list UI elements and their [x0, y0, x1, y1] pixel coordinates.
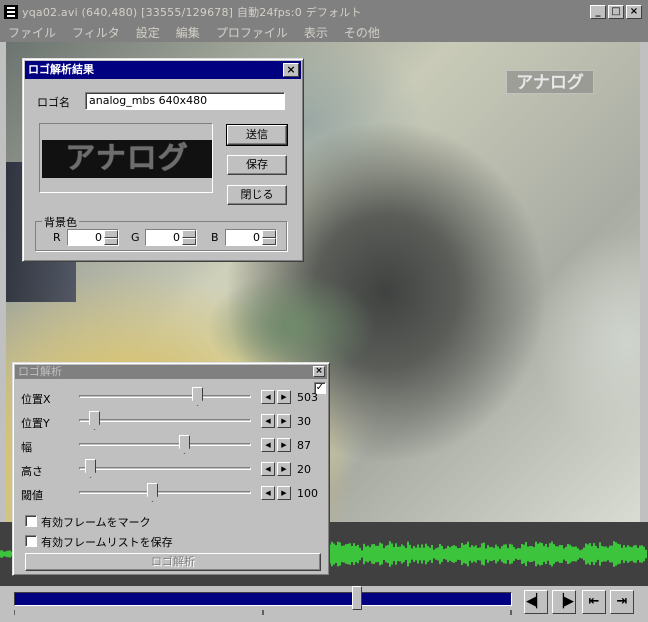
slider-pos-x[interactable] [79, 387, 251, 406]
save-button[interactable]: 保存 [227, 155, 287, 175]
g-value: 0 [173, 231, 180, 244]
slider-track-pos-y [79, 419, 251, 422]
decrement-pos-x-icon[interactable]: ◀ [261, 390, 275, 404]
prev-frame-button[interactable]: ◀▏ [524, 590, 548, 614]
seek-thumb[interactable] [352, 586, 362, 610]
menu-other[interactable]: その他 [344, 24, 380, 41]
maximize-button[interactable]: □ [608, 5, 624, 19]
logo-preview-image: アナログ [42, 140, 212, 178]
window-title: yqa02.avi (640,480) [33555/129678] 自動24f… [22, 6, 362, 19]
logo-preview: アナログ [39, 123, 213, 193]
channel-logo-watermark: アナログ [506, 70, 594, 94]
b-label: B [211, 231, 219, 244]
slider-value-pos-y: 30 [297, 415, 311, 428]
prev-keyframe-button[interactable]: ⇤ [582, 590, 606, 614]
slider-label-pos-y: 位置Y [21, 417, 50, 430]
slider-thumb-height[interactable] [85, 459, 96, 478]
increment-threshold-icon[interactable]: ▶ [277, 486, 291, 500]
slider-value-pos-x: 503 [297, 391, 318, 404]
decrement-height-icon[interactable]: ◀ [261, 462, 275, 476]
r-label: R [53, 231, 61, 244]
b-value: 0 [253, 231, 260, 244]
menu-settings[interactable]: 設定 [136, 24, 160, 41]
slider-label-width: 幅 [21, 441, 32, 454]
menu-bar: ファイル フィルタ 設定 編集 プロファイル 表示 その他 [0, 22, 648, 42]
increment-pos-x-icon[interactable]: ▶ [277, 390, 291, 404]
decrement-width-icon[interactable]: ◀ [261, 438, 275, 452]
slider-label-height: 高さ [21, 465, 43, 478]
b-up-icon[interactable] [262, 230, 276, 238]
decrement-pos-y-icon[interactable]: ◀ [261, 414, 275, 428]
logo-result-dialog: ロゴ解析結果 × ロゴ名 analog_mbs 640x480 アナログ 送信 … [22, 58, 304, 262]
film-icon[interactable] [4, 5, 18, 19]
r-value: 0 [95, 231, 102, 244]
send-button[interactable]: 送信 [226, 124, 288, 146]
app-window: yqa02.avi (640,480) [33555/129678] 自動24f… [0, 0, 648, 622]
increment-pos-y-icon[interactable]: ▶ [277, 414, 291, 428]
r-spinbox[interactable]: 0 [67, 229, 119, 246]
increment-width-icon[interactable]: ▶ [277, 438, 291, 452]
slider-value-threshold: 100 [297, 487, 318, 500]
slider-thumb-width[interactable] [179, 435, 190, 454]
slider-label-pos-x: 位置X [21, 393, 51, 406]
save-list-checkbox[interactable] [25, 535, 37, 547]
result-dialog-title[interactable]: ロゴ解析結果 [25, 61, 301, 79]
title-bar[interactable]: yqa02.avi (640,480) [33555/129678] 自動24f… [0, 0, 648, 24]
result-dialog-close-icon[interactable]: × [283, 63, 299, 77]
slider-threshold[interactable] [79, 483, 251, 502]
slider-track-height [79, 467, 251, 470]
minimize-button[interactable]: _ [590, 5, 606, 19]
g-label: G [131, 231, 140, 244]
g-up-icon[interactable] [182, 230, 196, 238]
decrement-threshold-icon[interactable]: ◀ [261, 486, 275, 500]
slider-value-width: 87 [297, 439, 311, 452]
g-spinbox[interactable]: 0 [145, 229, 197, 246]
analysis-panel-close-icon[interactable]: × [313, 366, 325, 377]
mark-frames-checkbox[interactable] [25, 515, 37, 527]
slider-height[interactable] [79, 459, 251, 478]
menu-file[interactable]: ファイル [8, 24, 56, 41]
next-frame-button[interactable]: ▕▶ [552, 590, 576, 614]
analyze-button[interactable]: ロゴ解析 [25, 553, 321, 571]
mark-frames-label: 有効フレームをマーク [41, 516, 151, 529]
logo-name-label: ロゴ名 [37, 96, 70, 109]
seek-ticks [14, 610, 512, 615]
r-down-icon[interactable] [104, 237, 118, 245]
b-spinbox[interactable]: 0 [225, 229, 277, 246]
g-down-icon[interactable] [182, 237, 196, 245]
analysis-panel-title[interactable]: ロゴ解析 [15, 365, 327, 379]
slider-thumb-threshold[interactable] [147, 483, 158, 502]
menu-view[interactable]: 表示 [304, 24, 328, 41]
next-keyframe-button[interactable]: ⇥ [610, 590, 634, 614]
b-down-icon[interactable] [262, 237, 276, 245]
slider-value-height: 20 [297, 463, 311, 476]
menu-profile[interactable]: プロファイル [216, 24, 288, 41]
slider-width[interactable] [79, 435, 251, 454]
menu-filter[interactable]: フィルタ [72, 24, 120, 41]
r-up-icon[interactable] [104, 230, 118, 238]
logo-name-field[interactable]: analog_mbs 640x480 [85, 92, 285, 110]
menu-edit[interactable]: 編集 [176, 24, 200, 41]
increment-height-icon[interactable]: ▶ [277, 462, 291, 476]
slider-track-pos-x [79, 395, 251, 398]
slider-track-threshold [79, 491, 251, 494]
bg-color-label: 背景色 [42, 214, 79, 230]
close-button[interactable]: × [626, 5, 642, 19]
slider-pos-y[interactable] [79, 411, 251, 430]
slider-thumb-pos-x[interactable] [192, 387, 203, 406]
close-dialog-button[interactable]: 閉じる [227, 185, 287, 205]
logo-analysis-panel: ロゴ解析 × ✓ 位置X ◀ ▶ 503 位置Y ◀ ▶ 30 幅 ◀ ▶ 87 高さ ◀ ▶ 20 閾値 ◀ ▶ 1… [12, 362, 330, 576]
slider-label-threshold: 閾値 [21, 489, 43, 502]
slider-thumb-pos-y[interactable] [89, 411, 100, 430]
seek-track[interactable] [14, 592, 512, 606]
slider-track-width [79, 443, 251, 446]
save-list-label: 有効フレームリストを保存 [41, 536, 173, 549]
